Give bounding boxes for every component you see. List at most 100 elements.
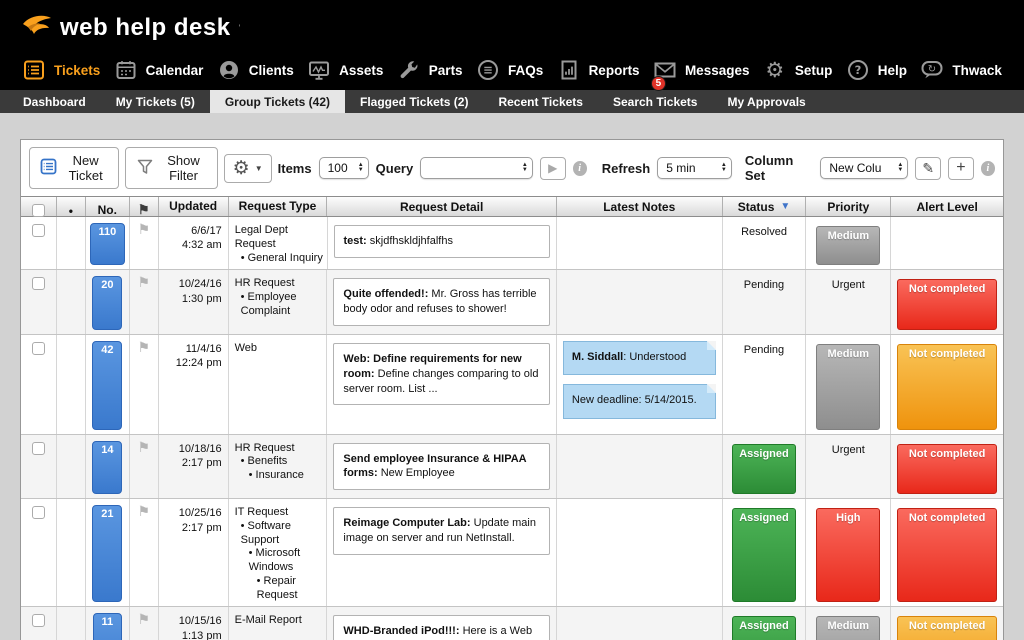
envelope-icon: 5 (653, 58, 677, 82)
flag-icon[interactable]: ⚑ (138, 504, 151, 602)
nav-item-help[interactable]: ?Help (846, 58, 907, 82)
select-arrows-icon (358, 163, 364, 173)
unread-cell (57, 335, 86, 434)
nav-item-calendar[interactable]: Calendar (114, 58, 204, 82)
request-detail-box[interactable]: Quite offended!: Mr. Gross has terrible … (333, 278, 549, 326)
sort-descending-icon: ▼ (780, 201, 790, 212)
nav-item-messages[interactable]: 5Messages (653, 58, 750, 82)
pencil-icon: ✎ (922, 160, 934, 177)
status-column-header[interactable]: Status ▼ (723, 197, 807, 216)
nav-item-assets[interactable]: Assets (307, 58, 383, 82)
trademark-mark: ' (239, 23, 241, 33)
edit-column-set-button[interactable]: ✎ (915, 157, 941, 180)
ticket-number-badge[interactable]: 21 (92, 505, 122, 602)
tab-dashboard[interactable]: Dashboard (8, 90, 101, 113)
table-row[interactable]: 42 ⚑ 11/4/1612:24 pm Web Web: Define req… (21, 335, 1003, 435)
note-card[interactable]: M. Siddall: Understood (563, 341, 716, 375)
table-row[interactable]: 110 ⚑ 6/6/174:32 am Legal Dept Request• … (21, 217, 1003, 270)
ticket-number-badge[interactable]: 11 (93, 613, 123, 640)
nav-label: Help (878, 63, 907, 78)
tab-my-tickets-5[interactable]: My Tickets (5) (101, 90, 210, 113)
alert-level-cell: Not completed (891, 270, 1003, 334)
priority-cell: Medium (806, 217, 891, 269)
flag-icon[interactable]: ⚑ (138, 612, 151, 640)
flag-icon[interactable]: ⚑ (138, 440, 151, 495)
app-title: web help desk (60, 14, 231, 42)
row-checkbox[interactable] (32, 614, 45, 627)
run-query-button[interactable]: ▶ (540, 157, 566, 180)
flag-icon[interactable]: ⚑ (138, 222, 151, 265)
request-detail-box[interactable]: WHD-Branded iPod!!!: Here is a Web Help … (333, 615, 549, 640)
latest-notes-cell (557, 499, 723, 606)
table-row[interactable]: 14 ⚑ 10/18/162:17 pm HR Request• Benefit… (21, 435, 1003, 500)
nav-label: Calendar (146, 63, 204, 78)
tab-recent-tickets[interactable]: Recent Tickets (483, 90, 598, 113)
request-type-line: Web (235, 342, 324, 356)
request-type-line: • Employee Complaint (235, 291, 324, 319)
row-checkbox[interactable] (32, 224, 45, 237)
show-filter-button[interactable]: Show Filter (125, 147, 217, 189)
tab-group-tickets-42[interactable]: Group Tickets (42) (210, 90, 345, 113)
row-checkbox[interactable] (32, 277, 45, 290)
row-checkbox[interactable] (32, 506, 45, 519)
priority-column-header[interactable]: Priority (806, 197, 891, 216)
table-row[interactable]: 20 ⚑ 10/24/161:30 pm HR Request• Employe… (21, 270, 1003, 335)
request-type-column-header[interactable]: Request Type (229, 197, 328, 216)
clients-icon (217, 58, 241, 82)
ticket-number-badge[interactable]: 20 (92, 276, 122, 330)
column-set-select[interactable]: New Colu (820, 157, 908, 179)
nav-item-reports[interactable]: Reports (557, 58, 640, 82)
request-type-line: • Microsoft Windows (235, 547, 324, 575)
nav-label: Thwack (952, 63, 1002, 78)
nav-item-setup[interactable]: ⚙Setup (763, 58, 833, 82)
nav-item-faqs[interactable]: FAQs (476, 58, 543, 82)
request-type-line: • Repair Request (235, 575, 324, 603)
add-column-set-button[interactable]: + (948, 157, 974, 180)
nav-item-parts[interactable]: Parts (397, 58, 463, 82)
updated-cell: 6/6/174:32 am (159, 217, 229, 269)
table-row[interactable]: 11 ⚑ 10/15/161:13 pm E-Mail Report WHD-B… (21, 607, 1003, 640)
select-all-checkbox[interactable] (32, 204, 45, 217)
ticket-number-badge[interactable]: 14 (92, 441, 122, 495)
refresh-interval-select[interactable]: 5 min (657, 157, 732, 179)
request-type-line: Legal Dept Request (235, 224, 324, 252)
request-detail-box[interactable]: Web: Define requirements for new room: D… (333, 343, 549, 406)
flag-icon[interactable]: ⚑ (138, 340, 151, 430)
tab-flagged-tickets-2[interactable]: Flagged Tickets (2) (345, 90, 483, 113)
request-detail-column-header[interactable]: Request Detail (327, 197, 557, 216)
priority-badge: Medium (816, 226, 880, 265)
nav-item-clients[interactable]: Clients (217, 58, 294, 82)
priority-badge: Medium (816, 616, 880, 640)
row-checkbox[interactable] (32, 342, 45, 355)
ticket-number-badge[interactable]: 42 (92, 341, 122, 430)
row-checkbox[interactable] (32, 442, 45, 455)
brand-logo: web help desk ' (22, 10, 1002, 46)
request-detail-box[interactable]: Reimage Computer Lab: Update main image … (333, 507, 549, 555)
tab-my-approvals[interactable]: My Approvals (712, 90, 820, 113)
request-detail-box[interactable]: Send employee Insurance & HIPAA forms: N… (333, 443, 549, 491)
bulk-actions-gear-button[interactable]: ⚙ ▼ (224, 154, 272, 183)
latest-notes-column-header[interactable]: Latest Notes (557, 197, 723, 216)
nav-item-thwack[interactable]: ↻Thwack (920, 58, 1002, 82)
flag-column-header[interactable]: ⚑ (130, 197, 159, 216)
ticket-number-badge[interactable]: 110 (90, 223, 126, 265)
table-row[interactable]: 21 ⚑ 10/25/162:17 pm IT Request• Softwar… (21, 499, 1003, 607)
query-select[interactable] (420, 157, 533, 179)
solarwinds-swirl-icon (22, 13, 52, 44)
request-detail-box[interactable]: test: skjdfhskldjhfalfhs (334, 225, 550, 258)
tab-search-tickets[interactable]: Search Tickets (598, 90, 713, 113)
note-card[interactable]: New deadline: 5/14/2015. (563, 384, 716, 418)
new-ticket-button[interactable]: New Ticket (29, 147, 119, 189)
select-arrows-icon (522, 163, 528, 173)
items-per-page-select[interactable]: 100 (319, 157, 369, 179)
alert-level-column-header[interactable]: Alert Level (891, 197, 1003, 216)
request-detail-cell: Send employee Insurance & HIPAA forms: N… (327, 435, 556, 499)
number-column-header[interactable]: No. (86, 197, 130, 216)
updated-time: 2:17 pm (163, 521, 222, 535)
nav-item-tickets[interactable]: Tickets (22, 58, 100, 82)
query-info-icon[interactable]: i (573, 161, 587, 176)
updated-column-header[interactable]: Updated (159, 197, 229, 216)
column-set-info-icon[interactable]: i (981, 161, 995, 176)
alert-level-badge: Not completed (897, 279, 997, 330)
flag-icon[interactable]: ⚑ (138, 275, 151, 330)
